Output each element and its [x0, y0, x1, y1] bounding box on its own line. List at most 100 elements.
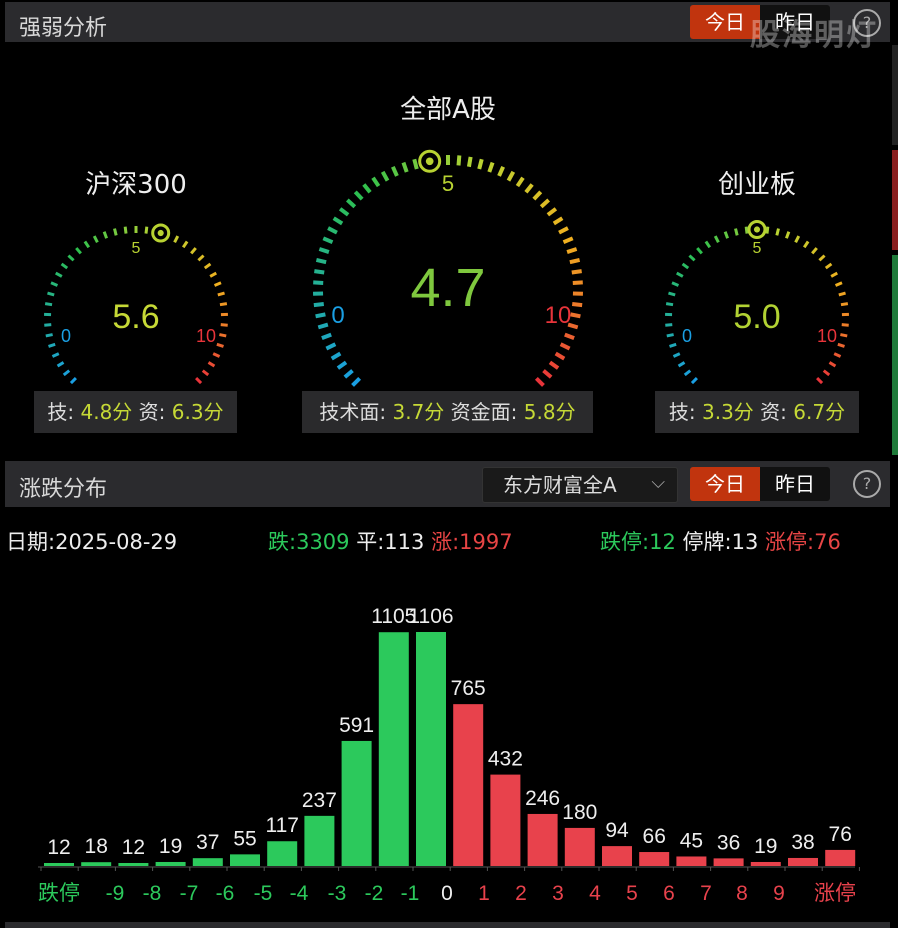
- gauge-tick: [336, 360, 348, 370]
- gauge-tick: [802, 240, 810, 249]
- distribution-chart: 12 18 12 19 37 551172375911105110676543224618…: [38, 605, 860, 905]
- gauge-tick: [571, 302, 583, 308]
- bar: [713, 858, 744, 866]
- edge-strip-red: [892, 150, 898, 250]
- gauge-hs300-breakdown: 技: 4.8分 资: 6.3分: [34, 391, 237, 433]
- gauge-tick: [346, 198, 357, 209]
- bar-value-label: 765: [451, 677, 486, 700]
- gauge-tick: [690, 377, 698, 385]
- gauge-tick: [677, 361, 686, 368]
- x-axis-label: -3: [328, 882, 347, 905]
- gauge-tick: [671, 281, 680, 287]
- gauge-tick: [822, 369, 831, 377]
- gauge-tick: [542, 369, 553, 379]
- x-axis-label: 8: [736, 882, 748, 905]
- gauge-tick: [570, 312, 581, 319]
- gauge-tick: [60, 262, 69, 270]
- bar: [304, 815, 335, 866]
- x-axis-label: 涨停: [814, 882, 856, 905]
- gauge-tick: [343, 369, 354, 379]
- gauge-2: 5 0 10 5.0: [665, 220, 849, 385]
- x-axis-label: 6: [663, 882, 675, 905]
- bar-value-label: 12: [122, 836, 145, 859]
- gauge-tick: [572, 280, 583, 285]
- gauge-tick: [353, 190, 364, 201]
- gauge-tick: [794, 235, 801, 243]
- gauge-tick: [669, 342, 677, 348]
- gauge-tick: [497, 165, 505, 177]
- distribution-title: 涨跌分布: [19, 477, 108, 502]
- bar: [453, 704, 484, 866]
- bar-value-label: 45: [680, 829, 703, 852]
- gauge-tick: [351, 376, 362, 387]
- bar-value-label: 36: [717, 831, 740, 854]
- gauge-tick: [113, 228, 118, 236]
- gauge-tick: [816, 377, 824, 385]
- x-axis-label: 跌停: [38, 882, 80, 905]
- gauge-max-label: 10: [817, 326, 837, 346]
- x-axis-label: 4: [589, 882, 601, 905]
- gauge-tick: [688, 254, 696, 262]
- gauge-max-label: 10: [545, 302, 572, 329]
- gauge-tick: [713, 235, 720, 243]
- market-dropdown[interactable]: 东方财富全A ⌵: [482, 467, 678, 503]
- bar-value-label: 66: [643, 825, 666, 848]
- x-axis-label: -5: [254, 882, 273, 905]
- gauge-tick: [317, 322, 329, 330]
- gauge-tick: [554, 351, 566, 361]
- gauge-tick: [314, 269, 325, 275]
- tab-yesterday-distribution[interactable]: 昨日: [760, 467, 830, 501]
- gauge-tick: [824, 262, 833, 270]
- gauge-tick: [217, 291, 225, 297]
- x-axis-label: -2: [365, 882, 384, 905]
- gauge-tick: [811, 247, 818, 255]
- gauge-tick: [539, 198, 550, 209]
- gauge-tick: [665, 323, 673, 327]
- bar: [750, 861, 781, 866]
- gauge-tick: [56, 361, 65, 368]
- bar-value-label: 432: [488, 748, 523, 771]
- gauge-tick: [371, 176, 381, 188]
- gauge-tick: [775, 228, 780, 236]
- gauge-tick: [840, 302, 849, 307]
- gauge-tick: [672, 352, 681, 358]
- bar: [527, 813, 558, 866]
- gauge-min-label: 0: [682, 326, 692, 346]
- bar: [378, 632, 409, 866]
- x-axis-label: -8: [143, 882, 162, 905]
- gauge-tick: [391, 165, 399, 177]
- bar: [825, 849, 856, 866]
- gauge-tick: [668, 291, 676, 297]
- bar-value-label: 180: [562, 801, 597, 824]
- x-axis-label: -7: [180, 882, 199, 905]
- tab-today-distribution[interactable]: 今日: [690, 467, 760, 501]
- gauge-tick: [219, 333, 227, 338]
- bar: [639, 852, 670, 866]
- gauge-tick: [818, 254, 826, 262]
- gauge-tick: [675, 271, 684, 278]
- gauge-tick: [197, 254, 205, 262]
- bar: [564, 827, 595, 866]
- gauge-tick: [744, 226, 749, 234]
- gauge-tick: [216, 342, 224, 348]
- bar: [788, 857, 818, 866]
- bar-value-label: 117: [265, 814, 298, 837]
- gauge-tick: [54, 271, 63, 278]
- bar: [44, 863, 74, 866]
- gauge-value: 4.7: [410, 258, 485, 318]
- gauge-tick: [69, 377, 77, 385]
- gauge-tick: [681, 262, 690, 270]
- gauge-tick: [830, 271, 839, 278]
- gauge-chinext-breakdown: 技: 3.3分 资: 6.7分: [655, 391, 859, 433]
- gauge-tick: [734, 228, 739, 236]
- gauge-tick: [723, 231, 729, 239]
- gauge-tick: [213, 281, 222, 287]
- gauge-tick: [315, 258, 327, 265]
- gauge-tick: [313, 302, 325, 308]
- gauge-tick: [50, 281, 59, 287]
- gauge-tick: [173, 235, 180, 243]
- gauge-tick: [558, 226, 569, 235]
- bar-value-label: 591: [339, 714, 374, 737]
- gauge-tick: [666, 333, 674, 338]
- help-icon-distribution[interactable]: ?: [853, 470, 881, 498]
